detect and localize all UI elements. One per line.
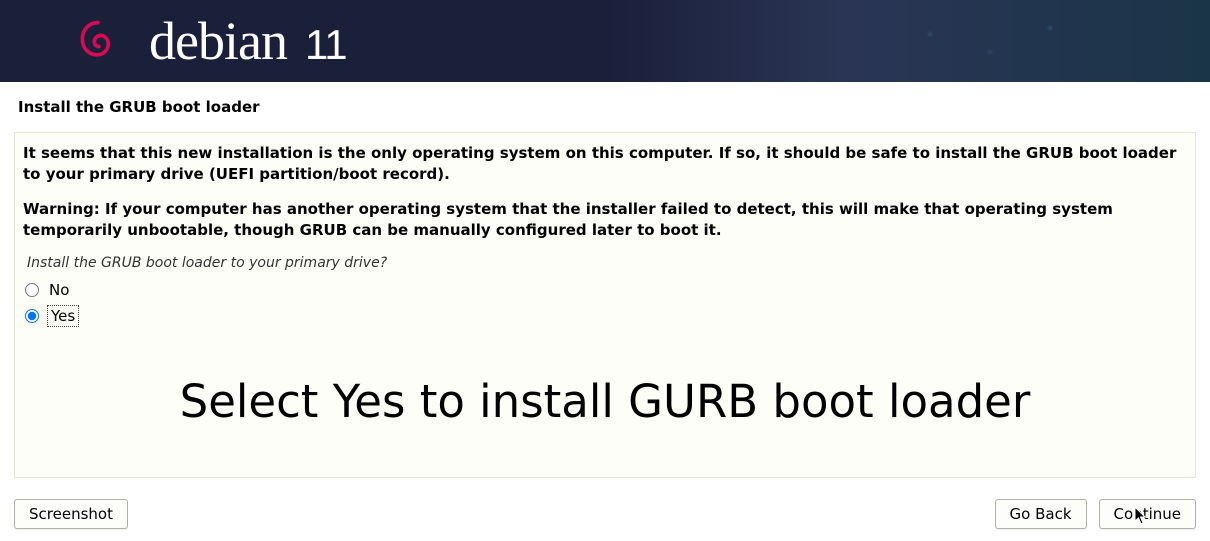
screenshot-button[interactable]: Screenshot — [14, 499, 128, 529]
brand-version: 11 — [305, 21, 347, 69]
radio-no-label: No — [49, 281, 69, 299]
question-text: Install the GRUB boot loader to your pri… — [27, 255, 1187, 271]
radio-group: No Yes — [25, 281, 1187, 325]
info-paragraph-2: Warning: If your computer has another op… — [23, 199, 1187, 241]
go-back-button[interactable]: Go Back — [995, 499, 1087, 529]
brand-name: debian — [149, 10, 287, 72]
overlay-caption: Select Yes to install GURB boot loader — [180, 375, 1031, 428]
debian-swirl-icon — [75, 18, 121, 64]
footer-right-group: Go Back Continue — [995, 499, 1196, 529]
info-paragraph-1: It seems that this new installation is t… — [23, 143, 1187, 185]
footer-bar: Screenshot Go Back Continue — [14, 499, 1196, 529]
brand-text: debian 11 — [149, 10, 347, 72]
content-area: Install the GRUB boot loader It seems th… — [0, 82, 1210, 478]
radio-yes-input[interactable] — [25, 309, 39, 323]
continue-button[interactable]: Continue — [1099, 499, 1196, 529]
main-panel: It seems that this new installation is t… — [14, 132, 1196, 478]
radio-no-input[interactable] — [25, 283, 39, 297]
radio-option-yes[interactable]: Yes — [25, 307, 1187, 325]
radio-option-no[interactable]: No — [25, 281, 1187, 299]
radio-yes-label: Yes — [49, 307, 77, 325]
installer-header: debian 11 — [0, 0, 1210, 82]
page-title: Install the GRUB boot loader — [18, 98, 1196, 116]
